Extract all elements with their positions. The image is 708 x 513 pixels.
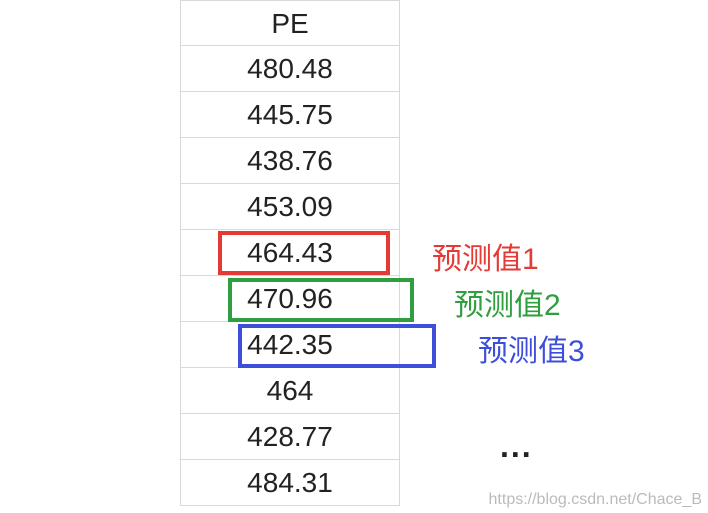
table-column-pe: PE 480.48 445.75 438.76 453.09 464.43 47… <box>180 0 400 506</box>
cell-value: 480.48 <box>247 46 333 92</box>
table-row: 453.09 <box>180 184 400 230</box>
header-label: PE <box>271 1 308 47</box>
annotation-predicted-3: 预测值3 <box>478 326 585 370</box>
annotation-predicted-2: 预测值2 <box>454 280 561 324</box>
cell-value: 484.31 <box>247 460 333 506</box>
table-row: 464 <box>180 368 400 414</box>
cell-value: 445.75 <box>247 92 333 138</box>
cell-value: 428.77 <box>247 414 333 460</box>
table-row: 464.43 <box>180 230 400 276</box>
ellipsis: ... <box>500 428 533 465</box>
cell-value: 470.96 <box>247 276 333 322</box>
cell-value: 442.35 <box>247 322 333 368</box>
cell-value: 464 <box>267 368 314 414</box>
annotation-predicted-1: 预测值1 <box>432 234 539 278</box>
table-row: 442.35 <box>180 322 400 368</box>
cell-value: 464.43 <box>247 230 333 276</box>
cell-value: 453.09 <box>247 184 333 230</box>
watermark: https://blog.csdn.net/Chace_B <box>489 491 702 509</box>
cell-value: 438.76 <box>247 138 333 184</box>
table-row: 480.48 <box>180 46 400 92</box>
table-row: 445.75 <box>180 92 400 138</box>
column-header: PE <box>180 0 400 46</box>
table-row: 470.96 <box>180 276 400 322</box>
table-row: 428.77 <box>180 414 400 460</box>
table-row: 484.31 <box>180 460 400 506</box>
table-row: 438.76 <box>180 138 400 184</box>
